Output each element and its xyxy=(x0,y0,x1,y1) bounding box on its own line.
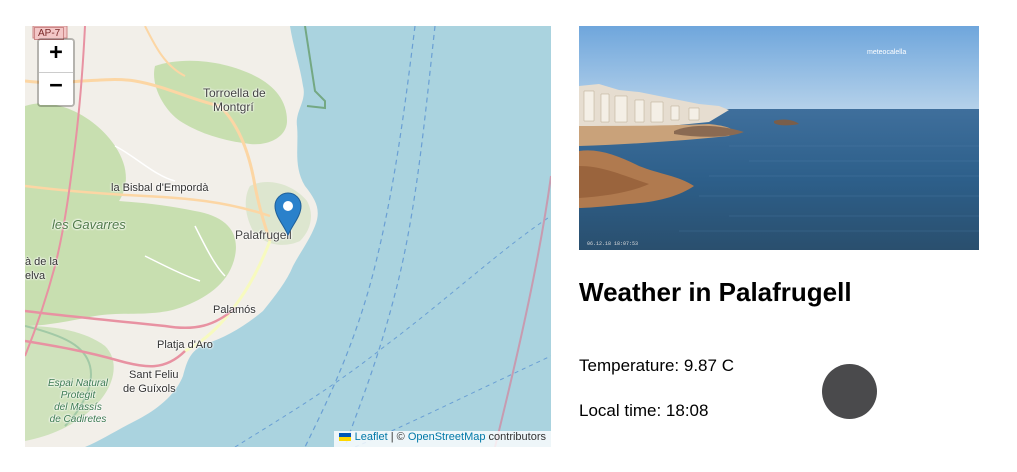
espai-line-4: de Cadiretes xyxy=(49,414,107,425)
temperature-text: Temperature: 9.87 C xyxy=(579,356,734,375)
local-time-text: Local time: 18:08 xyxy=(579,401,709,420)
place-label-palamos: Palamós xyxy=(213,304,256,316)
place-label-torroella-2: Montgrí xyxy=(213,100,254,114)
weather-title: Weather in Palafrugell xyxy=(579,277,852,307)
place-label-les-gavarres: les Gavarres xyxy=(52,217,126,232)
weather-icon xyxy=(822,364,877,419)
espai-line-3: del Massís xyxy=(54,402,102,413)
webcam-photo: meteocalella 06.12.18 18:07:53 xyxy=(579,26,979,250)
attribution-separator: | © xyxy=(387,431,408,443)
place-label-cut-left-2: elva xyxy=(25,270,46,282)
place-label-platja-daro: Platja d'Aro xyxy=(157,339,213,351)
zoom-out-button[interactable]: − xyxy=(39,72,73,105)
place-label-cut-left-1: à de la xyxy=(25,256,59,268)
photo-watermark: meteocalella xyxy=(867,49,906,56)
map-attribution: Leaflet | © OpenStreetMap contributors xyxy=(333,431,551,447)
place-label-sant-feliu-2: de Guíxols xyxy=(123,383,176,395)
place-label-torroella-1: Torroella de xyxy=(203,86,266,100)
ukraine-flag-icon xyxy=(338,433,351,441)
espai-line-1: Espai Natural xyxy=(47,378,109,389)
zoom-control: + − xyxy=(37,38,75,107)
leaflet-link[interactable]: Leaflet xyxy=(355,431,388,443)
place-label-espai-natural: Espai Natural Protegit del Massís de Cad… xyxy=(43,378,113,426)
openstreetmap-link[interactable]: OpenStreetMap xyxy=(408,431,486,443)
place-label-la-bisbal: la Bisbal d'Empordà xyxy=(111,182,209,194)
zoom-in-button[interactable]: + xyxy=(39,40,73,72)
map-widget[interactable]: AP-7 + − Torroella de Montgrí la Bisbal … xyxy=(25,26,551,447)
espai-line-2: Protegit xyxy=(60,390,96,401)
attribution-suffix: contributors xyxy=(485,431,546,443)
photo-timestamp: 06.12.18 18:07:53 xyxy=(587,241,638,247)
map-marker-icon[interactable] xyxy=(274,192,302,237)
place-label-sant-feliu-1: Sant Feliu xyxy=(129,369,179,381)
